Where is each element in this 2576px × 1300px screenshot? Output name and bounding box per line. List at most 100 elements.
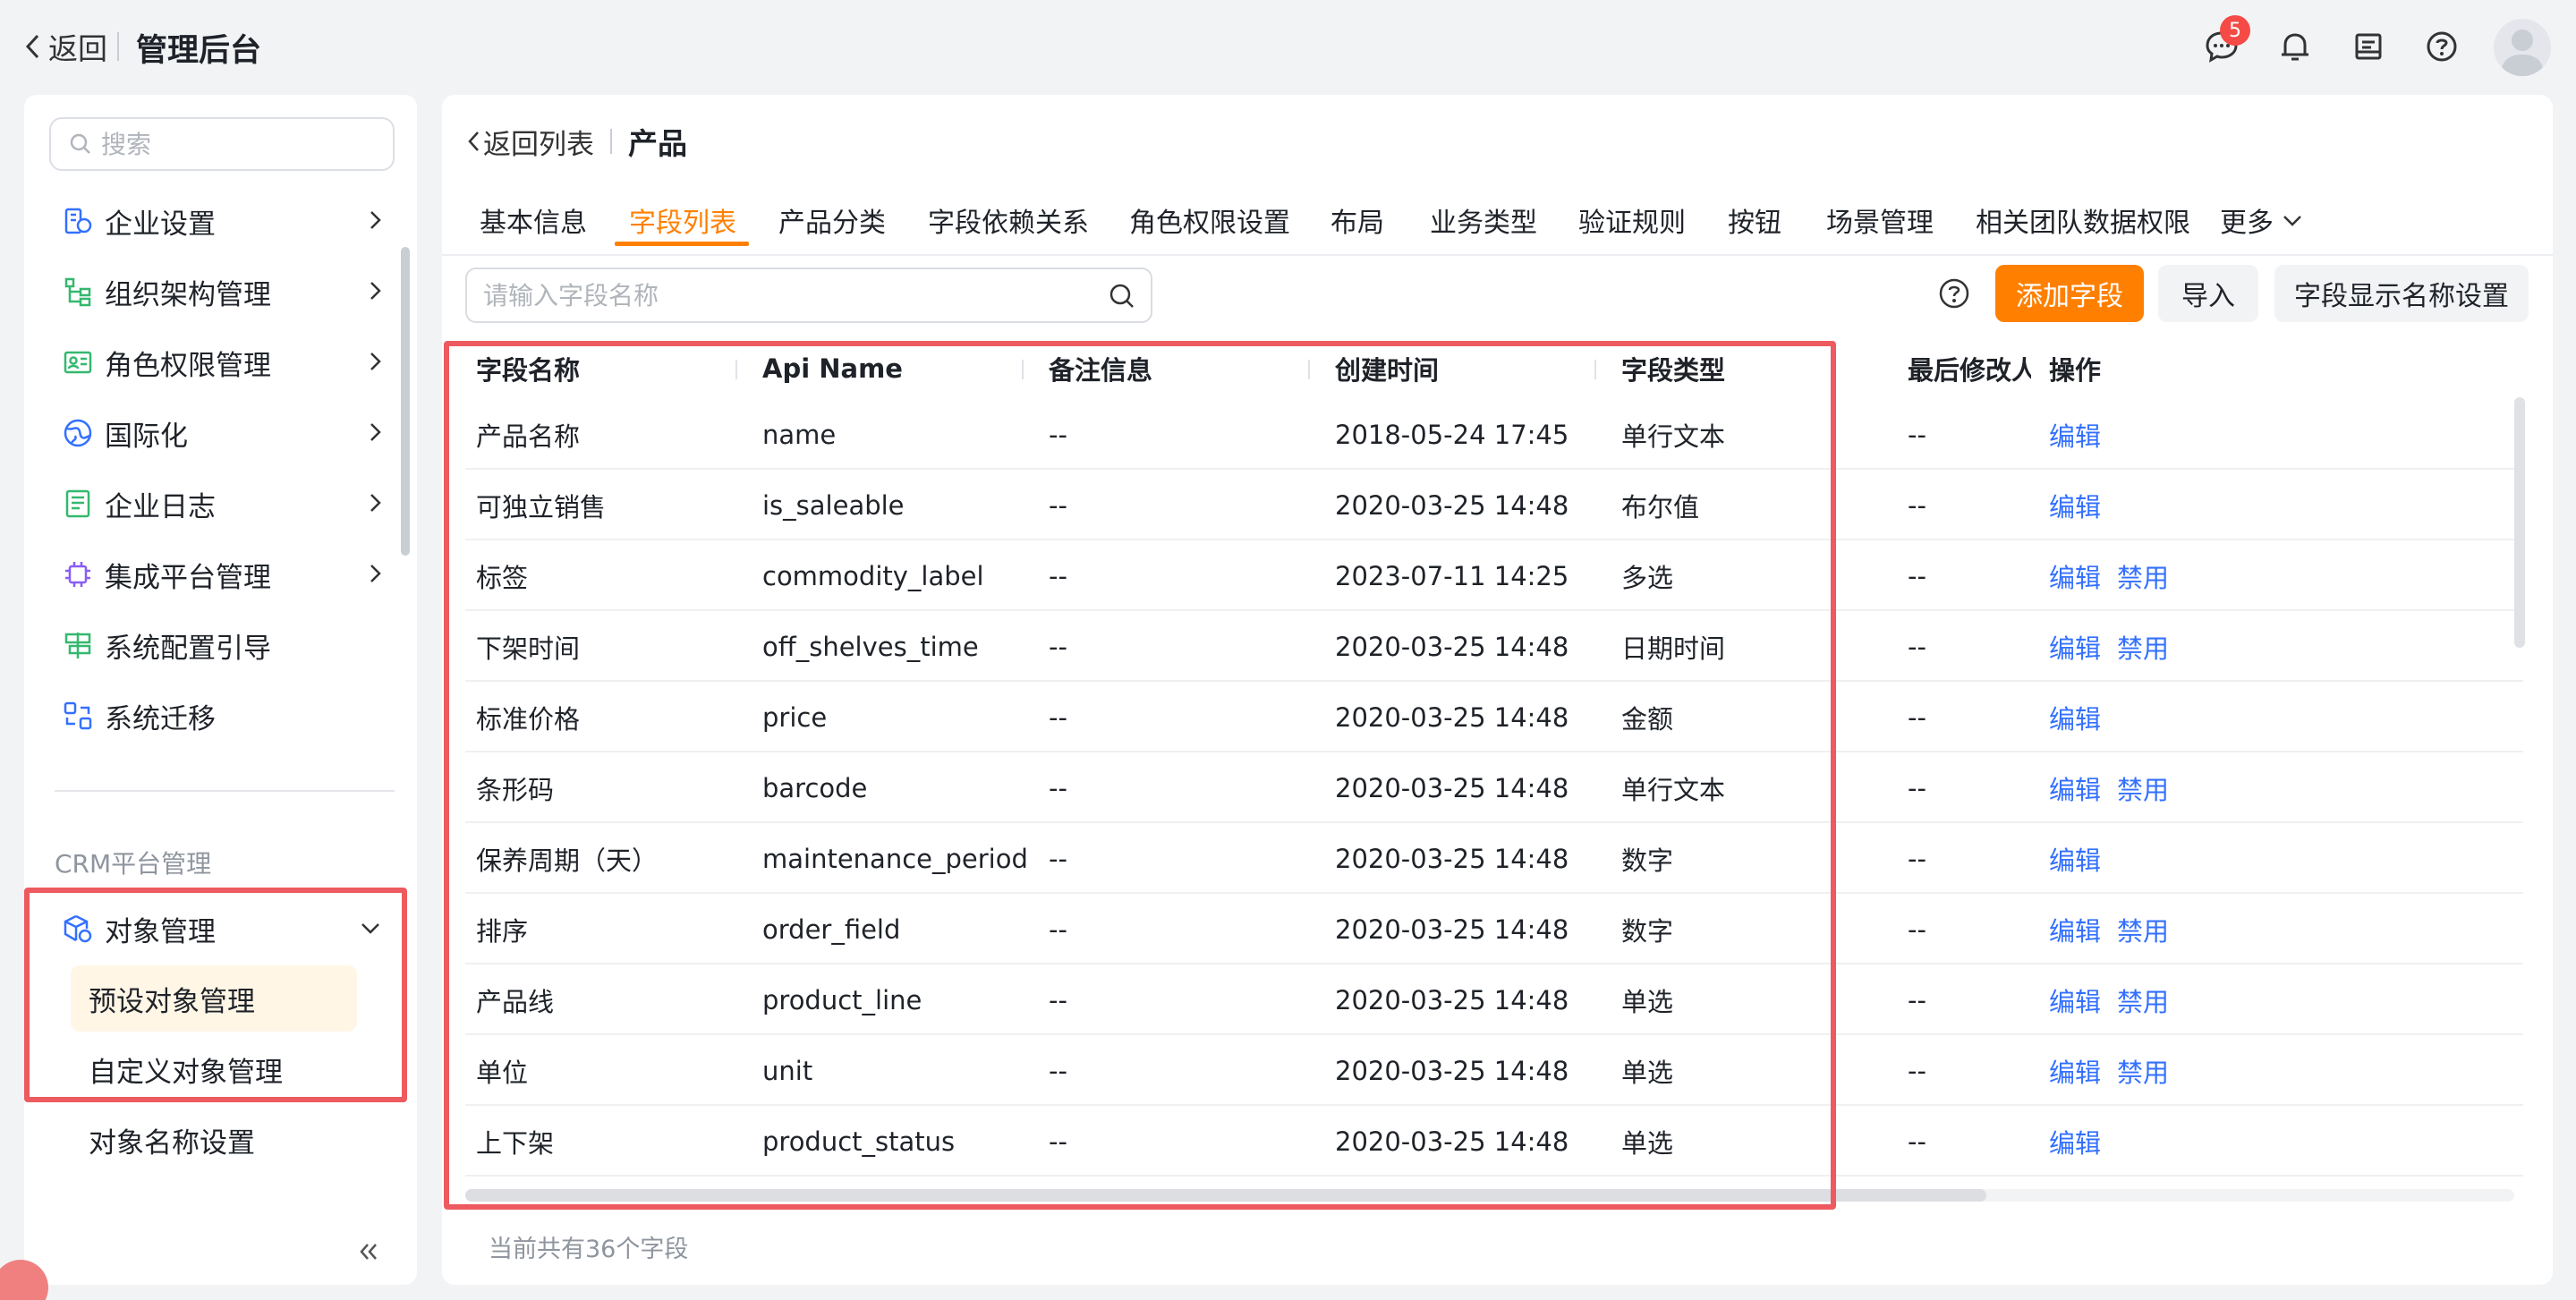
sidebar-subitem-preset-objects[interactable]: 预设对象管理 bbox=[71, 965, 357, 1032]
tab-product-category[interactable]: 产品分类 bbox=[778, 184, 886, 256]
tab-team-data-permission[interactable]: 相关团队数据权限 bbox=[1976, 184, 2190, 256]
sidebar-subitem-custom-objects[interactable]: 自定义对象管理 bbox=[71, 1036, 357, 1102]
sidebar-item-role-permission[interactable]: 角色权限管理 bbox=[62, 336, 384, 389]
cell-field-name: 保养周期（天） bbox=[476, 845, 659, 876]
sidebar-item-integration[interactable]: 集成平台管理 bbox=[62, 548, 384, 601]
cell-last-modifier: -- bbox=[1908, 984, 1926, 1015]
cell-last-modifier: -- bbox=[1908, 419, 1926, 450]
help-icon[interactable] bbox=[1936, 276, 1972, 311]
edit-link[interactable]: 编辑 bbox=[2049, 911, 2101, 948]
cell-note: -- bbox=[1049, 843, 1067, 874]
edit-link[interactable]: 编辑 bbox=[2049, 769, 2101, 807]
back-to-list-link[interactable]: 返回列表 bbox=[465, 122, 594, 162]
sidebar-subitem-object-name-settings[interactable]: 对象名称设置 bbox=[71, 1107, 357, 1173]
back-button[interactable]: 返回 bbox=[23, 27, 107, 66]
notes-button[interactable] bbox=[2349, 27, 2388, 66]
table-horizontal-scrollbar[interactable] bbox=[465, 1189, 1986, 1202]
tab-validation-rules[interactable]: 验证规则 bbox=[1578, 184, 1686, 256]
cell-api-name: unit bbox=[762, 1055, 813, 1086]
cell-actions: 编辑 bbox=[2049, 470, 2117, 540]
cell-actions: 编辑 禁用 bbox=[2049, 1035, 2185, 1106]
sidebar-item-label: 国际化 bbox=[105, 420, 188, 453]
sidebar-item-object-management[interactable]: 对象管理 bbox=[62, 902, 384, 956]
tab-buttons[interactable]: 按钮 bbox=[1728, 184, 1781, 256]
cell-actions: 编辑 禁用 bbox=[2049, 540, 2185, 611]
tab-basic-info[interactable]: 基本信息 bbox=[480, 184, 587, 256]
column-header-note: 备注信息 bbox=[1049, 355, 1153, 386]
edit-link[interactable]: 编辑 bbox=[2049, 840, 2101, 878]
edit-link[interactable]: 编辑 bbox=[2049, 1052, 2101, 1090]
migration-icon bbox=[62, 700, 94, 732]
sidebar-search[interactable] bbox=[49, 117, 395, 171]
tab-business-type[interactable]: 业务类型 bbox=[1430, 184, 1537, 256]
role-permission-icon bbox=[62, 346, 94, 378]
signpost-icon bbox=[62, 629, 94, 661]
disable-link[interactable]: 禁用 bbox=[2117, 769, 2169, 807]
log-icon bbox=[62, 488, 94, 520]
chevron-down-icon bbox=[2283, 216, 2301, 226]
tab-more[interactable]: 更多 bbox=[2220, 184, 2306, 256]
cell-note: -- bbox=[1049, 560, 1067, 591]
cell-last-modifier: -- bbox=[1908, 913, 1926, 945]
cell-created-time: 2020-03-25 14:48 bbox=[1335, 1126, 1569, 1157]
notes-icon bbox=[2355, 33, 2382, 60]
column-resizer[interactable] bbox=[1594, 360, 1596, 379]
cell-api-name: product_line bbox=[762, 984, 922, 1015]
tab-field-dependency[interactable]: 字段依赖关系 bbox=[928, 184, 1089, 256]
chevron-down-icon bbox=[361, 923, 379, 934]
field-display-name-settings-button[interactable]: 字段显示名称设置 bbox=[2274, 265, 2529, 322]
disable-link[interactable]: 禁用 bbox=[2117, 981, 2169, 1019]
column-resizer[interactable] bbox=[735, 360, 737, 379]
message-badge: 5 bbox=[2220, 15, 2250, 46]
avatar[interactable] bbox=[2494, 19, 2551, 76]
sidebar-item-label: 组织架构管理 bbox=[105, 278, 271, 311]
cell-created-time: 2018-05-24 17:45 bbox=[1335, 419, 1569, 450]
org-structure-icon bbox=[62, 276, 94, 308]
sidebar-item-label: 系统迁移 bbox=[105, 702, 216, 735]
column-header-field-type: 字段类型 bbox=[1621, 355, 1726, 386]
edit-link[interactable]: 编辑 bbox=[2049, 699, 2101, 736]
collapse-sidebar-button[interactable] bbox=[355, 1238, 382, 1269]
sidebar: 企业设置 组织架构管理 角色权限管理 国际化 企业日志 集成平台管理 系统配置引… bbox=[24, 95, 417, 1285]
chevron-right-icon bbox=[370, 565, 381, 582]
sidebar-item-org-structure[interactable]: 组织架构管理 bbox=[62, 265, 384, 319]
sidebar-item-enterprise-settings[interactable]: 企业设置 bbox=[62, 194, 384, 248]
breadcrumb: 返回列表 产品 bbox=[465, 122, 687, 162]
sidebar-item-i18n[interactable]: 国际化 bbox=[62, 406, 384, 460]
disable-link[interactable]: 禁用 bbox=[2117, 628, 2169, 666]
table-row: 产品线 product_line -- 2020-03-25 14:48 单选 -- 编辑禁… bbox=[465, 964, 2523, 1035]
sidebar-scrollbar[interactable] bbox=[401, 247, 410, 556]
sidebar-search-input[interactable] bbox=[101, 129, 370, 159]
disable-link[interactable]: 禁用 bbox=[2117, 557, 2169, 595]
edit-link[interactable]: 编辑 bbox=[2049, 981, 2101, 1019]
cell-last-modifier: -- bbox=[1908, 843, 1926, 874]
table-row: 下架时间 off_shelves_time -- 2020-03-25 14:48 日期… bbox=[465, 611, 2523, 682]
field-search-input[interactable] bbox=[483, 280, 1074, 310]
column-header-last-modifier: 最后修改人 bbox=[1908, 355, 2031, 386]
edit-link[interactable]: 编辑 bbox=[2049, 416, 2101, 454]
enterprise-settings-icon bbox=[62, 205, 94, 237]
disable-link[interactable]: 禁用 bbox=[2117, 911, 2169, 948]
import-button[interactable]: 导入 bbox=[2158, 265, 2258, 322]
tab-layout[interactable]: 布局 bbox=[1331, 184, 1384, 256]
edit-link[interactable]: 编辑 bbox=[2049, 628, 2101, 666]
help-icon bbox=[2427, 31, 2457, 62]
tab-role-permission[interactable]: 角色权限设置 bbox=[1129, 184, 1290, 256]
add-field-button[interactable]: 添加字段 bbox=[1995, 265, 2144, 322]
help-button[interactable] bbox=[2422, 27, 2461, 66]
sidebar-item-system-migration[interactable]: 系统迁移 bbox=[62, 689, 384, 743]
edit-link[interactable]: 编辑 bbox=[2049, 557, 2101, 595]
tab-scene-management[interactable]: 场景管理 bbox=[1826, 184, 1934, 256]
notification-button[interactable] bbox=[2275, 27, 2315, 66]
field-search[interactable] bbox=[465, 268, 1152, 323]
cell-created-time: 2020-03-25 14:48 bbox=[1335, 913, 1569, 945]
disable-link[interactable]: 禁用 bbox=[2117, 1052, 2169, 1090]
sidebar-item-enterprise-log[interactable]: 企业日志 bbox=[62, 477, 384, 531]
search-icon[interactable] bbox=[1108, 282, 1136, 310]
edit-link[interactable]: 编辑 bbox=[2049, 487, 2101, 524]
sidebar-item-config-guide[interactable]: 系统配置引导 bbox=[62, 618, 384, 672]
table-vertical-scrollbar[interactable] bbox=[2514, 397, 2525, 648]
column-resizer[interactable] bbox=[1308, 360, 1310, 379]
column-resizer[interactable] bbox=[1022, 360, 1024, 379]
edit-link[interactable]: 编辑 bbox=[2049, 1123, 2101, 1160]
